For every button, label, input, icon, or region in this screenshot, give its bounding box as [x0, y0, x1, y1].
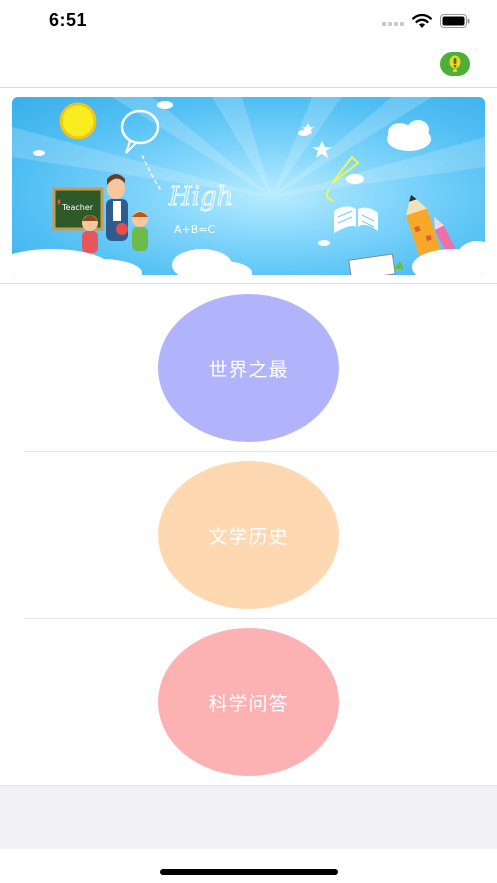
- status-bar: 6:51: [0, 0, 497, 44]
- sky-text-high: High: [168, 182, 233, 212]
- chalkboard-text: Teacher: [61, 203, 94, 212]
- sky-text-formula: A+B=C: [174, 223, 216, 236]
- battery-icon: [440, 14, 470, 28]
- category-button-literature-history[interactable]: 文学历史: [158, 461, 339, 609]
- notice-button[interactable]: [440, 52, 470, 76]
- banner-image[interactable]: High A+B=C Teacher: [12, 97, 485, 275]
- category-row-world-records: 世界之最: [0, 285, 497, 452]
- classroom-illustration: High A+B=C Teacher: [12, 97, 485, 275]
- category-row-science-qa: 科学问答: [0, 619, 497, 786]
- category-list: 世界之最 文学历史 科学问答: [0, 285, 497, 786]
- exclamation-icon: [449, 55, 461, 72]
- category-button-world-records[interactable]: 世界之最: [158, 294, 339, 442]
- cellular-signal-icon: [382, 22, 404, 26]
- category-button-science-qa[interactable]: 科学问答: [158, 628, 339, 776]
- home-area: [0, 849, 497, 883]
- category-row-literature-history: 文学历史: [0, 452, 497, 619]
- bottom-bar: [0, 786, 497, 849]
- navigation-bar: [0, 44, 497, 88]
- banner-section: High A+B=C Teacher: [0, 88, 497, 284]
- wifi-icon: [412, 13, 432, 28]
- category-label: 文学历史: [208, 525, 289, 548]
- category-label: 世界之最: [208, 358, 289, 381]
- category-label: 科学问答: [208, 692, 289, 715]
- home-indicator[interactable]: [160, 869, 338, 875]
- status-time: 6:51: [49, 10, 88, 30]
